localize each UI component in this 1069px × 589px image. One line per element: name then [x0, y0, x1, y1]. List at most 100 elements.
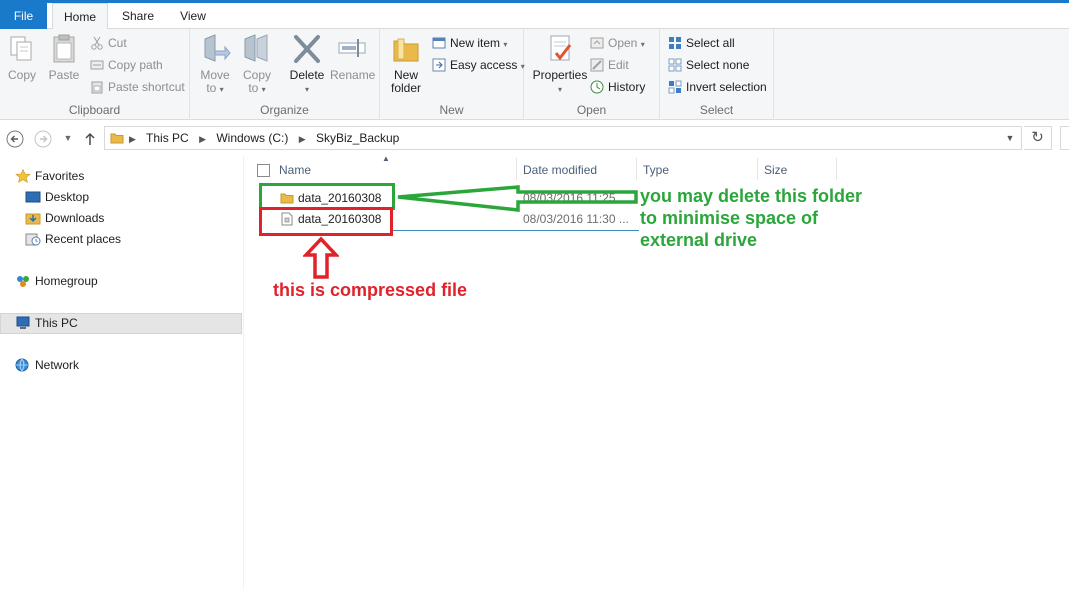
copy-path-label: Copy path	[108, 58, 163, 72]
select-none-button[interactable]: Select none	[668, 55, 749, 75]
open-icon	[590, 37, 604, 49]
nav-recent-places-label: Recent places	[45, 232, 122, 246]
copy-to-label-line2: to	[248, 81, 259, 95]
open-group-label: Open	[576, 103, 607, 117]
easy-access-button[interactable]: Easy access ▾	[432, 55, 525, 75]
annotation-green-note: you may delete this folder to minimise s…	[640, 185, 862, 251]
properties-button[interactable]: Properties ▾	[532, 33, 588, 96]
select-all-icon	[669, 37, 681, 49]
column-divider[interactable]	[757, 158, 758, 180]
up-button[interactable]	[80, 129, 100, 149]
column-header-type[interactable]: Type	[643, 158, 669, 183]
breadcrumb-skybiz-backup[interactable]: SkyBiz_Backup	[316, 131, 399, 145]
sort-ascending-icon: ▲	[382, 154, 390, 163]
breadcrumb-separator-icon: ▶	[298, 134, 306, 144]
move-to-button[interactable]: Move to ▾	[198, 33, 232, 96]
tab-home[interactable]: Home	[52, 3, 108, 30]
nav-network-label: Network	[35, 358, 80, 372]
ribbon-tab-bar: File Home Share View	[0, 0, 1069, 30]
invert-selection-label: Invert selection	[686, 80, 767, 94]
nav-desktop-label: Desktop	[45, 190, 90, 204]
tab-file[interactable]: File	[0, 0, 47, 29]
address-bar[interactable]: ▶ This PC ▶ Windows (C:) ▶ SkyBiz_Backup…	[104, 126, 1022, 150]
column-divider[interactable]	[636, 158, 637, 180]
cut-button[interactable]: Cut	[90, 33, 127, 53]
new-folder-button[interactable]: New folder	[386, 33, 426, 95]
paste-shortcut-label: Paste shortcut	[108, 80, 185, 94]
select-all-checkbox[interactable]	[257, 164, 270, 177]
move-to-label-line1: Move	[200, 68, 230, 82]
nav-downloads-label: Downloads	[45, 211, 105, 225]
rename-icon	[338, 39, 366, 57]
up-arrow-icon	[85, 132, 95, 145]
easy-access-icon	[432, 58, 446, 72]
recent-locations-button[interactable]: ▼	[58, 129, 78, 149]
copy-button[interactable]: Copy	[4, 33, 40, 82]
red-highlight-box	[259, 207, 393, 236]
new-group-label: New	[439, 103, 464, 117]
copy-path-button[interactable]: Copy path	[90, 55, 163, 75]
paste-icon	[53, 34, 75, 63]
network-icon	[15, 358, 29, 372]
back-arrow-icon	[6, 130, 24, 148]
paste-button[interactable]: Paste	[46, 33, 82, 82]
clipboard-group-label: Clipboard	[68, 103, 121, 117]
new-item-button[interactable]: New item ▾	[432, 33, 507, 53]
invert-selection-icon	[668, 80, 682, 94]
copy-label: Copy	[7, 68, 36, 82]
forward-arrow-icon	[34, 130, 52, 148]
tab-view[interactable]: View	[168, 3, 218, 29]
chevron-down-icon: ▼	[63, 133, 73, 143]
history-label: History	[608, 80, 646, 94]
column-divider[interactable]	[516, 158, 517, 180]
select-all-label: Select all	[686, 36, 735, 50]
breadcrumb-separator-icon: ▶	[129, 134, 136, 144]
nav-this-pc-label: This PC	[35, 316, 78, 330]
annotation-green-line2: to minimise space of	[640, 208, 819, 228]
rename-button[interactable]: Rename	[330, 33, 376, 82]
back-button[interactable]	[5, 129, 25, 149]
recent-places-icon	[25, 233, 41, 246]
homegroup-icon	[17, 276, 29, 287]
rename-label: Rename	[330, 68, 376, 82]
annotation-green-line3: external drive	[640, 230, 758, 250]
annotation-green-line1: you may delete this folder	[640, 186, 863, 206]
select-all-button[interactable]: Select all	[668, 33, 735, 53]
ribbon: Copy Paste Cut Copy path Paste shortcut …	[0, 29, 1069, 120]
open-button[interactable]: Open ▾	[590, 33, 645, 53]
search-box[interactable]	[1060, 126, 1069, 150]
copy-path-icon	[90, 60, 104, 70]
organize-group: Move to ▾ Copy to ▾ Delete ▾ Rename Orga…	[190, 29, 380, 120]
green-highlight-box	[259, 183, 395, 210]
column-header-date-modified[interactable]: Date modified	[523, 158, 597, 183]
forward-button[interactable]	[33, 129, 53, 149]
refresh-button[interactable]: ↻	[1024, 126, 1052, 150]
edit-button[interactable]: Edit	[590, 55, 629, 75]
navigation-bar: ▼ ▶ This PC ▶ Windows (C:) ▶ SkyBiz_Back…	[0, 120, 1069, 156]
invert-selection-button[interactable]: Invert selection	[668, 77, 767, 97]
column-header-size[interactable]: Size	[764, 158, 787, 183]
star-icon	[15, 169, 31, 183]
annotation-red-note: this is compressed file	[273, 280, 468, 300]
breadcrumb-this-pc[interactable]: This PC	[146, 131, 189, 145]
desktop-icon	[25, 191, 41, 203]
paste-shortcut-button[interactable]: Paste shortcut	[90, 77, 185, 97]
history-button[interactable]: History	[590, 77, 645, 97]
clipboard-group: Copy Paste Cut Copy path Paste shortcut …	[0, 29, 190, 120]
new-folder-icon	[393, 38, 419, 62]
refresh-icon: ↻	[1031, 129, 1044, 146]
copy-to-button[interactable]: Copy to ▾	[240, 33, 274, 96]
downloads-icon	[25, 213, 41, 225]
new-item-label: New item	[450, 36, 501, 50]
tab-share[interactable]: Share	[112, 3, 164, 29]
address-dropdown-icon[interactable]: ▼	[1001, 127, 1019, 149]
copy-icon	[10, 36, 32, 61]
new-folder-label-line2: folder	[390, 81, 422, 95]
column-divider[interactable]	[836, 158, 837, 180]
history-icon	[590, 80, 604, 94]
column-header-name[interactable]: Name	[279, 158, 311, 183]
nav-favorites-label: Favorites	[35, 169, 85, 183]
move-to-label-line2: to	[206, 81, 217, 95]
delete-button[interactable]: Delete ▾	[288, 33, 326, 96]
breadcrumb-windows-c[interactable]: Windows (C:)	[216, 131, 288, 145]
